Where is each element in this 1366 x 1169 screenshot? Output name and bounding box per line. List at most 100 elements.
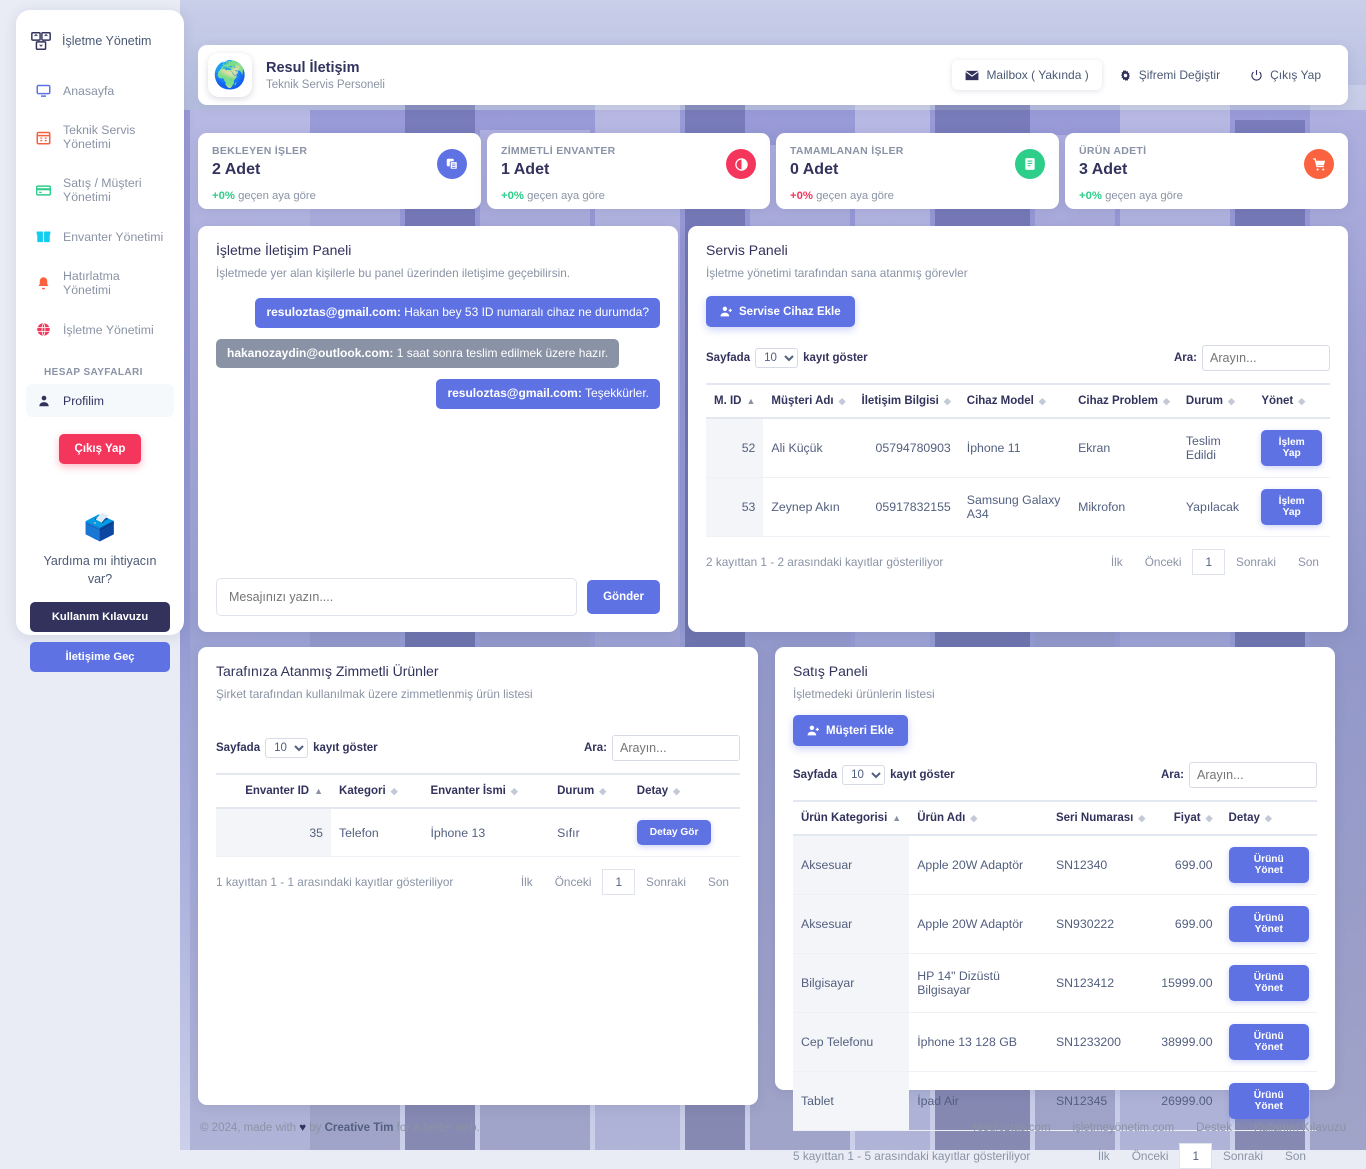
- page-prev[interactable]: Önceki: [544, 870, 603, 894]
- stat-label: ÜRÜN ADETİ: [1079, 145, 1147, 157]
- column-header-inventory-id[interactable]: Envanter ID ▲: [216, 773, 332, 809]
- column-header-product-name[interactable]: Ürün Adı ◆: [909, 800, 1048, 836]
- box-icon: [36, 229, 51, 244]
- detail-button[interactable]: Detay Gör: [636, 820, 712, 845]
- header-logout-button[interactable]: Çıkış Yap: [1237, 60, 1334, 90]
- footer-link-destek[interactable]: Destek: [1196, 1122, 1232, 1134]
- page-size-suffix: kayıt göster: [803, 352, 868, 364]
- column-header-detail[interactable]: Detay ◆: [1220, 800, 1317, 836]
- sidebar-item-profilim[interactable]: Profilim: [26, 384, 174, 417]
- page-first[interactable]: İlk: [1100, 550, 1134, 574]
- stat-card-tamamlanan-isler: TAMAMLANAN İŞLER 0 Adet +0% geçen aya gö…: [776, 133, 1059, 209]
- assigned-inventory-panel: Tarafınıza Atanmış Zimmetli Ürünler Şirk…: [198, 647, 758, 1105]
- avatar: 🌍: [208, 53, 252, 97]
- column-header-product-category[interactable]: Ürün Kategorisi ▲: [793, 800, 910, 836]
- sidebar-item-teknik-servis-yonetimi[interactable]: Teknik Servis Yönetimi: [26, 114, 174, 160]
- sidebar-item-envanter-yonetimi[interactable]: Envanter Yönetimi: [26, 220, 174, 253]
- cell-product-category: Cep Telefonu: [793, 1012, 910, 1072]
- column-header-status[interactable]: Durum ◆: [549, 773, 629, 809]
- table-row: Aksesuar Apple 20W Adaptör SN930222 699.00 Ü…: [793, 894, 1317, 954]
- page-size-select[interactable]: 10: [265, 738, 309, 758]
- send-button[interactable]: Gönder: [587, 580, 660, 614]
- cell-status: Sıfır: [549, 808, 629, 857]
- page-first[interactable]: İlk: [510, 870, 544, 894]
- sidebar-section-label: HESAP SAYFALARI: [44, 367, 143, 378]
- copyright-post: for a better web.: [393, 1121, 480, 1134]
- message-input[interactable]: [216, 578, 578, 616]
- search-input[interactable]: [1202, 345, 1330, 371]
- sidebar-item-anasayfa[interactable]: Anasayfa: [26, 74, 174, 107]
- column-header-problem[interactable]: Cihaz Problem ◆: [1070, 383, 1178, 419]
- sidebar-item-satis-musteri-yonetimi[interactable]: Satış / Müşteri Yönetimi: [26, 167, 174, 213]
- stat-delta: +0%: [212, 190, 235, 202]
- cell-action: Ürünü Yönet: [1220, 1012, 1317, 1072]
- user-manual-button[interactable]: Kullanım Kılavuzu: [30, 602, 170, 633]
- column-header-mid[interactable]: M. ID ▲: [706, 383, 764, 419]
- page-next[interactable]: Sonraki: [1225, 550, 1287, 574]
- change-password-button[interactable]: Şifremi Değiştir: [1106, 60, 1233, 90]
- panel-title: İşletme İletişim Paneli: [216, 242, 352, 258]
- cell-price: 699.00: [1153, 894, 1221, 954]
- column-header-detail[interactable]: Detay ◆: [628, 773, 740, 809]
- search-input[interactable]: [612, 735, 740, 761]
- footer-link-resuloztas[interactable]: resuloztas.com: [973, 1122, 1050, 1134]
- cell-price: 699.00: [1153, 835, 1221, 895]
- mailbox-button[interactable]: Mailbox ( Yakında ): [952, 60, 1102, 90]
- column-header-model[interactable]: Cihaz Model ◆: [958, 383, 1071, 419]
- footer-link-isletmeyonetim[interactable]: işletmeyönetim.com: [1073, 1122, 1175, 1134]
- brand[interactable]: İşletme Yönetim: [16, 10, 184, 60]
- process-button[interactable]: İşlem Yap: [1261, 430, 1322, 466]
- user-icon: [36, 393, 51, 408]
- cell-product-name: HP 14" Dizüstü Bilgisayar: [909, 953, 1048, 1013]
- cell-model: Samsung Galaxy A34: [958, 477, 1071, 537]
- column-header-serial[interactable]: Seri Numarası ◆: [1047, 800, 1154, 836]
- sidebar-item-hatirlatma-yonetimi[interactable]: Hatırlatma Yönetimi: [26, 260, 174, 306]
- stat-delta: +0%: [501, 190, 524, 202]
- sidebar-item-label: Profilim: [63, 393, 104, 408]
- manage-product-button[interactable]: Ürünü Yönet: [1228, 847, 1309, 883]
- manage-product-button[interactable]: Ürünü Yönet: [1228, 965, 1309, 1001]
- manage-product-button[interactable]: Ürünü Yönet: [1228, 906, 1309, 942]
- column-header-contact[interactable]: İletişim Bilgisi ◆: [853, 383, 959, 419]
- column-header-manage[interactable]: Yönet ◆: [1253, 383, 1330, 419]
- record-info: 2 kayıttan 1 - 2 arasındaki kayıtlar gös…: [706, 555, 944, 569]
- page-next[interactable]: Sonraki: [635, 870, 697, 894]
- column-header-status[interactable]: Durum ◆: [1177, 383, 1254, 419]
- page-last[interactable]: Son: [697, 870, 740, 894]
- app-logo-icon: [30, 30, 52, 52]
- footer-brand[interactable]: Creative Tim: [325, 1122, 394, 1134]
- page-prev[interactable]: Önceki: [1134, 550, 1193, 574]
- page-size-suffix: kayıt göster: [313, 742, 378, 754]
- datatable-footer: 2 kayıttan 1 - 2 arasındaki kayıtlar gös…: [706, 537, 1330, 575]
- page-last[interactable]: Son: [1287, 550, 1330, 574]
- sidebar-item-isletme-yonetimi[interactable]: İşletme Yönetimi: [26, 313, 174, 346]
- contact-button[interactable]: İletişime Geç: [30, 642, 170, 673]
- cell-action: İşlem Yap: [1253, 418, 1330, 478]
- process-button[interactable]: İşlem Yap: [1261, 489, 1322, 525]
- table-row: Bilgisayar HP 14" Dizüstü Bilgisayar SN123…: [793, 953, 1317, 1013]
- logout-button[interactable]: Çıkış Yap: [58, 434, 142, 464]
- column-header-customer[interactable]: Müşteri Adı ◆: [763, 383, 854, 419]
- cell-action: Ürünü Yönet: [1220, 835, 1317, 895]
- search-input[interactable]: [1189, 762, 1317, 788]
- footer-link-kullanim-kilavuzu[interactable]: Kullanım Kılavuzu: [1254, 1122, 1346, 1134]
- column-header-category[interactable]: Kategori ◆: [331, 773, 423, 809]
- copyright-pre: © 2024, made with: [200, 1121, 300, 1134]
- page-current[interactable]: 1: [1192, 549, 1225, 575]
- stat-card-urun-adeti: ÜRÜN ADETİ 3 Adet +0% geçen aya göre: [1065, 133, 1348, 209]
- column-header-inventory-name[interactable]: Envanter İsmi ◆: [422, 773, 550, 809]
- page-size-prefix: Sayfada: [793, 769, 838, 781]
- help-box-icon: 🗳️: [83, 512, 117, 542]
- bell-icon: [36, 276, 51, 291]
- add-device-button[interactable]: Servise Cihaz Ekle: [706, 296, 855, 327]
- cell-model: İphone 11: [958, 418, 1071, 478]
- column-header-price[interactable]: Fiyat ◆: [1153, 800, 1221, 836]
- mail-icon: [965, 70, 980, 81]
- page-current[interactable]: 1: [602, 869, 635, 895]
- manage-product-button[interactable]: Ürünü Yönet: [1228, 1024, 1309, 1060]
- message-row: hakanozaydin@outlook.com: 1 saat sonra t…: [216, 338, 660, 380]
- page-size-select[interactable]: 10: [842, 765, 886, 785]
- page-size-select[interactable]: 10: [755, 348, 799, 368]
- add-customer-button[interactable]: Müşteri Ekle: [793, 715, 908, 746]
- message-sender: hakanozaydin@outlook.com:: [227, 345, 394, 360]
